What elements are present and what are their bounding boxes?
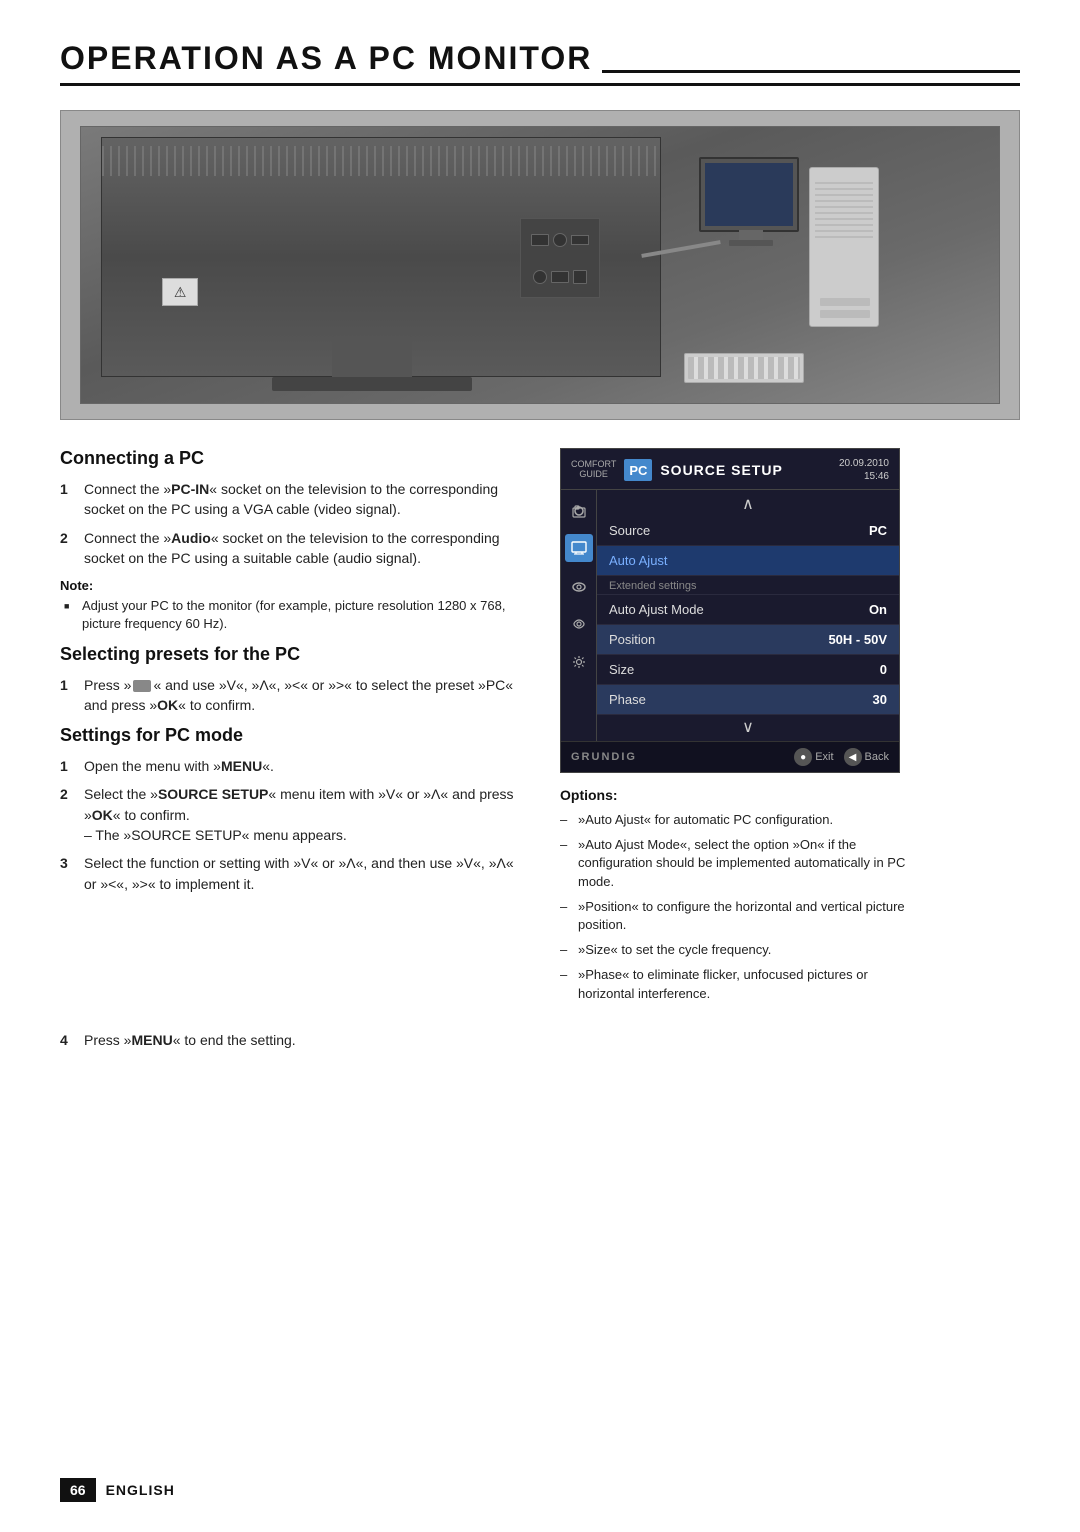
sidebar-icon-camera[interactable] (565, 496, 593, 524)
options-list-item: »Position« to configure the horizontal a… (560, 898, 920, 934)
sidebar-icon-settings[interactable] (565, 648, 593, 676)
options-list-item: »Auto Ajust« for automatic PC configurat… (560, 811, 920, 829)
content-columns: Connecting a PC 1 Connect the »PC-IN« so… (60, 448, 1020, 1010)
back-circle: ◀ (844, 748, 862, 766)
menu-panel-title: SOURCE SETUP (660, 462, 782, 478)
bottom-section: 4 Press »MENU« to end the setting. (60, 1030, 1020, 1050)
menu-header-left: COMFORT GUIDE PC SOURCE SETUP (571, 459, 783, 481)
step4-list: 4 Press »MENU« to end the setting. (60, 1030, 1020, 1050)
menu-row-source[interactable]: Source PC (597, 516, 899, 546)
menu-row-phase[interactable]: Phase 30 (597, 685, 899, 715)
footer-nav: ● Exit ◀ Back (794, 748, 889, 766)
selecting-presets-heading: Selecting presets for the PC (60, 644, 520, 665)
connecting-pc-section: Connecting a PC 1 Connect the »PC-IN« so… (60, 448, 520, 634)
options-list-item: »Size« to set the cycle frequency. (560, 941, 920, 959)
options-list-item: »Auto Ajust Mode«, select the option »On… (560, 836, 920, 891)
settings-pc-list: 1 Open the menu with »MENU«. 2 Select th… (60, 756, 520, 894)
options-section: Options: »Auto Ajust« for automatic PC c… (560, 787, 920, 1003)
menu-footer: GRUNDIG ● Exit ◀ Back (561, 741, 899, 772)
hero-image-inner: ⚠ (80, 126, 1000, 403)
tv-stand-base (272, 377, 472, 391)
sidebar-icon-pc[interactable] (565, 534, 593, 562)
menu-arrow-up[interactable]: ∧ (597, 490, 899, 516)
footer-back-btn[interactable]: ◀ Back (844, 748, 889, 766)
page-number: 66 (60, 1478, 96, 1502)
connecting-pc-list: 1 Connect the »PC-IN« socket on the tele… (60, 479, 520, 568)
options-list-item: »Phase« to eliminate flicker, unfocused … (560, 966, 920, 1002)
page-language: ENGLISH (96, 1478, 185, 1502)
pc-keyboard (684, 353, 804, 383)
pc-icon: PC (624, 459, 652, 481)
menu-panel-body: ∧ Source PC Auto Ajust Extended settings (561, 490, 899, 741)
sidebar-icon-audio[interactable] (565, 610, 593, 638)
selecting-presets-list: 1 Press »« and use »V«, »Λ«, »<« or »>« … (60, 675, 520, 716)
tv-back-lines (102, 146, 660, 176)
menu-row-size[interactable]: Size 0 (597, 655, 899, 685)
exit-circle: ● (794, 748, 812, 766)
page-footer: 66 ENGLISH (60, 1478, 185, 1502)
left-column: Connecting a PC 1 Connect the »PC-IN« so… (60, 448, 520, 1010)
tv-back-panel: ⚠ (101, 137, 661, 377)
page-title: OPERATION AS A PC MONITOR (60, 40, 1020, 86)
comfort-guide-label: COMFORT GUIDE (571, 460, 616, 480)
menu-arrow-down[interactable]: ∨ (597, 715, 899, 741)
list-item: 1 Open the menu with »MENU«. (60, 756, 520, 776)
note-item: Adjust your PC to the monitor (for examp… (64, 597, 520, 633)
menu-row-auto-ajust-mode[interactable]: Auto Ajust Mode On (597, 595, 899, 625)
settings-pc-heading: Settings for PC mode (60, 725, 520, 746)
hero-image: ⚠ (60, 110, 1020, 420)
settings-pc-section: Settings for PC mode 1 Open the menu wit… (60, 725, 520, 894)
menu-row-position[interactable]: Position 50H - 50V (597, 625, 899, 655)
title-underline (602, 70, 1020, 73)
menu-panel-header: COMFORT GUIDE PC SOURCE SETUP 20.09.2010… (561, 449, 899, 490)
step4-item: 4 Press »MENU« to end the setting. (60, 1030, 1020, 1050)
selecting-presets-section: Selecting presets for the PC 1 Press »« … (60, 644, 520, 716)
pc-monitor-small (699, 157, 799, 232)
list-item: 2 Select the »SOURCE SETUP« menu item wi… (60, 784, 520, 845)
menu-section-extended: Extended settings (597, 576, 899, 595)
menu-panel: COMFORT GUIDE PC SOURCE SETUP 20.09.2010… (560, 448, 900, 773)
right-column: COMFORT GUIDE PC SOURCE SETUP 20.09.2010… (560, 448, 920, 1010)
options-list: »Auto Ajust« for automatic PC configurat… (560, 811, 920, 1003)
note-block: Note: Adjust your PC to the monitor (for… (60, 578, 520, 633)
list-item: 1 Press »« and use »V«, »Λ«, »<« or »>« … (60, 675, 520, 716)
grundig-logo: GRUNDIG (571, 751, 637, 763)
options-heading: Options: (560, 787, 920, 803)
pc-tower (809, 167, 879, 327)
note-label: Note: (60, 578, 520, 593)
sidebar-icon-eye[interactable] (565, 572, 593, 600)
footer-exit-btn[interactable]: ● Exit (794, 748, 833, 766)
menu-row-auto-ajust[interactable]: Auto Ajust (597, 546, 899, 576)
menu-date: 20.09.2010 15:46 (839, 457, 889, 483)
list-item: 2 Connect the »Audio« socket on the tele… (60, 528, 520, 569)
menu-content: ∧ Source PC Auto Ajust Extended settings (597, 490, 899, 741)
menu-sidebar (561, 490, 597, 741)
connecting-pc-heading: Connecting a PC (60, 448, 520, 469)
list-item: 1 Connect the »PC-IN« socket on the tele… (60, 479, 520, 520)
list-item: 3 Select the function or setting with »V… (60, 853, 520, 894)
pc-tower-lines (815, 178, 873, 238)
